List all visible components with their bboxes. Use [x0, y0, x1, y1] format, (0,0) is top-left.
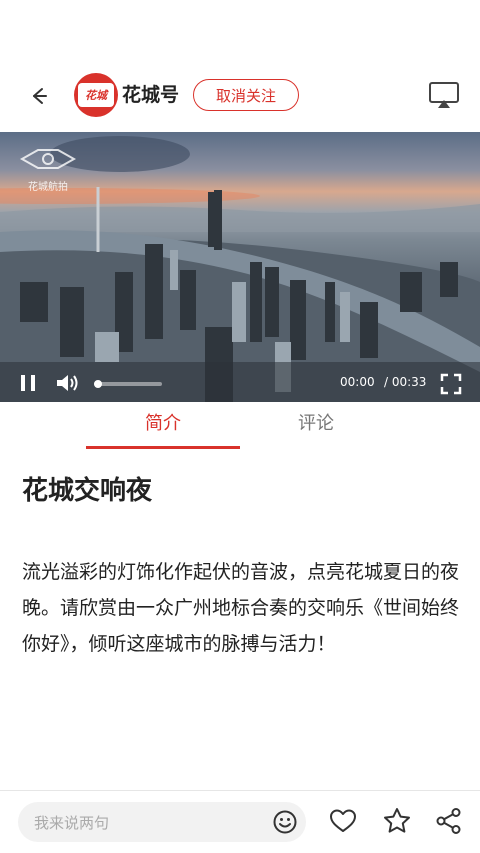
tab-bar: 简介 评论	[0, 402, 480, 450]
channel-name[interactable]: 花城号	[122, 82, 179, 108]
top-bar: 花城 花城号 取消关注	[0, 62, 480, 128]
article-description: 流光溢彩的灯饰化作起伏的音波，点亮花城夏日的夜晚。请欣赏由一众广州地标合奏的交响…	[22, 561, 460, 655]
favorite-star-icon[interactable]	[382, 806, 412, 836]
watermark-emblem-icon	[19, 149, 77, 169]
pause-icon[interactable]	[18, 372, 38, 394]
unfollow-button[interactable]: 取消关注	[193, 79, 299, 111]
progress-bar[interactable]	[94, 380, 162, 388]
article-title: 花城交响夜	[22, 476, 153, 506]
watermark: 花城航拍	[18, 144, 78, 193]
total-time: / 00:33	[384, 375, 427, 389]
divider	[0, 790, 480, 791]
channel-logo[interactable]: 花城	[74, 73, 118, 117]
progress-knob[interactable]	[94, 380, 102, 388]
emoji-icon[interactable]	[272, 809, 298, 835]
cast-screen-icon[interactable]	[428, 80, 460, 110]
active-tab-indicator	[86, 446, 240, 449]
share-icon[interactable]	[434, 806, 464, 836]
fullscreen-icon[interactable]	[440, 373, 462, 395]
video-player[interactable]: 花城航拍 00:00 / 00:33	[0, 132, 480, 402]
back-arrow-icon[interactable]	[24, 82, 52, 110]
like-heart-icon[interactable]	[328, 806, 358, 836]
logo-badge: 花城	[78, 83, 114, 107]
tab-comments[interactable]: 评论	[239, 410, 393, 450]
video-controls: 00:00 / 00:33	[0, 366, 480, 402]
watermark-text: 花城航拍	[28, 182, 68, 193]
logo-text: 花城	[85, 89, 107, 102]
comment-placeholder: 我来说两句	[34, 814, 110, 832]
tab-intro[interactable]: 简介	[86, 410, 240, 450]
volume-icon[interactable]	[54, 371, 80, 395]
current-time: 00:00	[340, 375, 375, 389]
comment-input[interactable]: 我来说两句	[18, 802, 306, 842]
